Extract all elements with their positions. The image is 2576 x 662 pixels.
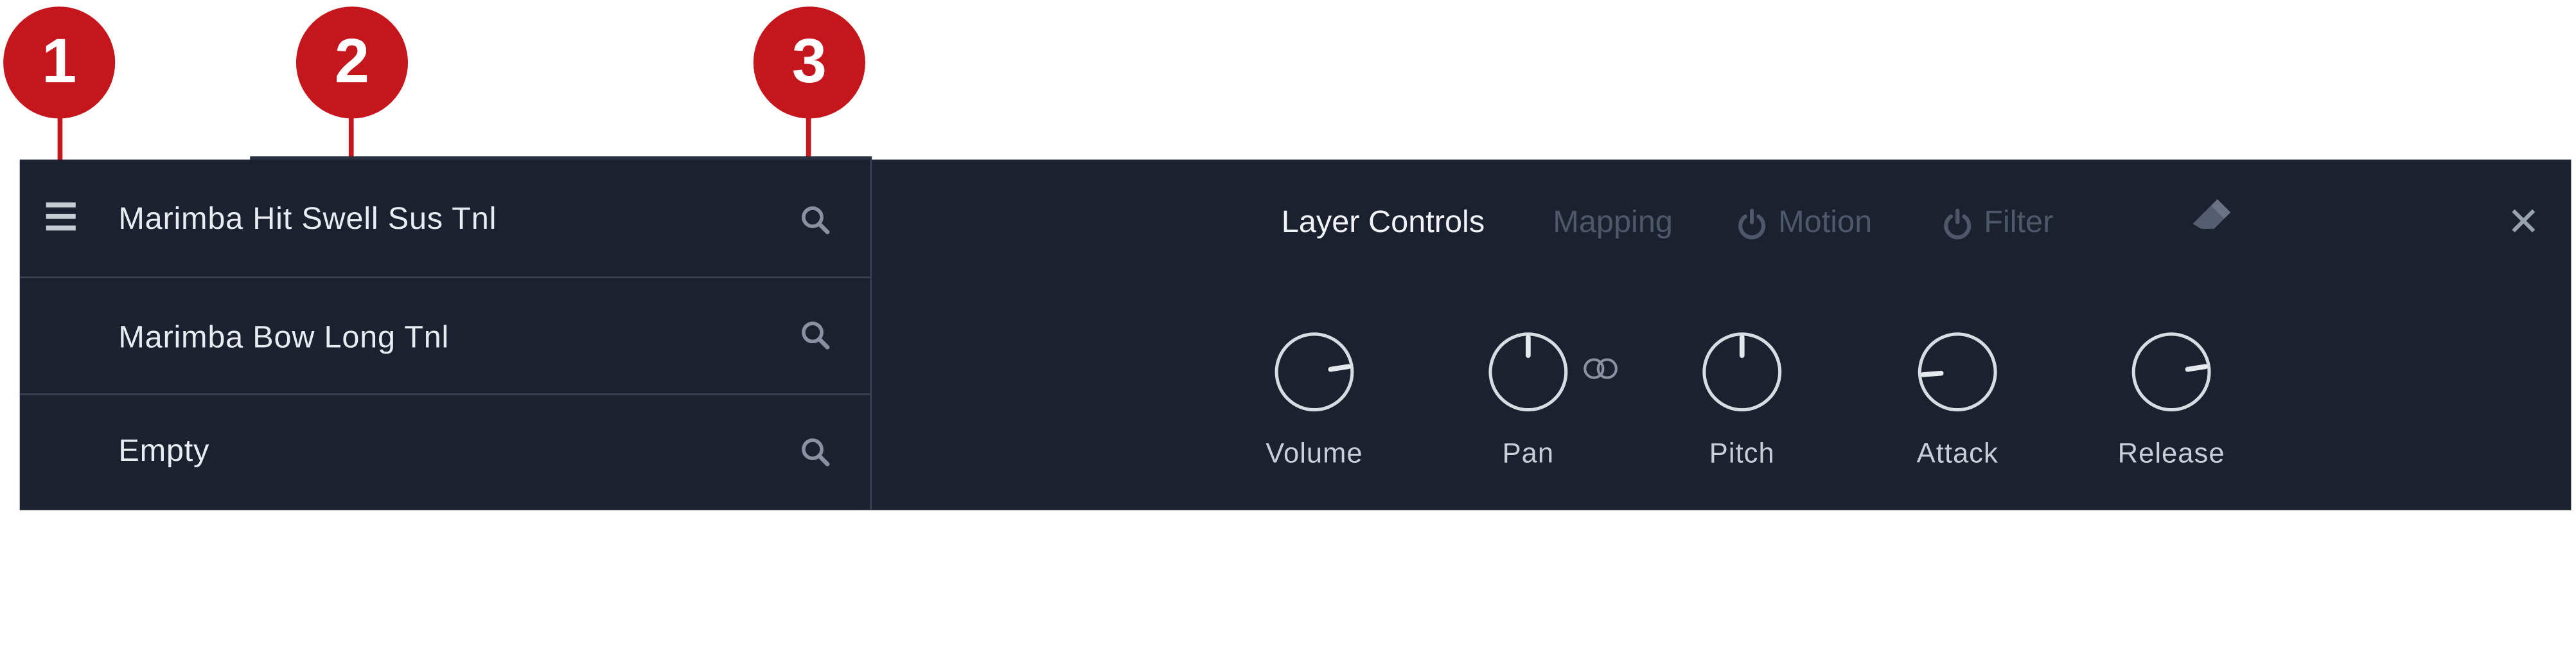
knob-pointer	[2185, 364, 2209, 372]
search-icon[interactable]	[800, 204, 833, 237]
sound-slot-2[interactable]: Marimba Bow Long Tnl	[19, 278, 870, 395]
callout-badge-2: 2	[296, 6, 409, 119]
knob-label: Volume	[1266, 438, 1363, 469]
slot-name[interactable]: Marimba Hit Swell Sus Tnl	[118, 202, 497, 238]
tab-filter[interactable]: Filter	[1941, 206, 2054, 242]
menu-icon[interactable]	[46, 202, 76, 235]
tab-label: Filter	[1984, 206, 2054, 240]
tab-label: Layer Controls	[1281, 206, 1485, 240]
power-icon	[1738, 208, 1766, 240]
tab-label: Mapping	[1553, 206, 1673, 240]
search-icon[interactable]	[800, 319, 833, 352]
sound-slot-1[interactable]: Marimba Hit Swell Sus Tnl	[19, 159, 870, 278]
knob-label: Release	[2117, 438, 2225, 469]
knob-pointer	[1328, 364, 1351, 372]
slot-name[interactable]: Marimba Bow Long Tnl	[118, 321, 449, 357]
knob-pitch[interactable]	[1701, 331, 1783, 413]
sound-slots: Marimba Hit Swell Sus Tnl Marimba Bow Lo…	[19, 159, 872, 512]
link-icon[interactable]	[1582, 357, 1618, 380]
knob-label: Pan	[1502, 438, 1555, 469]
callout-badge-3: 3	[753, 6, 865, 119]
eraser-icon[interactable]	[2188, 196, 2234, 239]
knob-volume[interactable]	[1273, 331, 1355, 413]
tab-label: Motion	[1778, 206, 1873, 240]
screenshot-root: 1 2 3 Marimba Hit Swell Sus Tnl Marimba …	[0, 0, 2576, 661]
callout-badge-1: 1	[3, 6, 116, 119]
layer-panel: Marimba Hit Swell Sus Tnl Marimba Bow Lo…	[19, 159, 2572, 512]
search-icon[interactable]	[800, 436, 833, 469]
tab-mapping[interactable]: Mapping	[1553, 206, 1673, 242]
sound-slot-3[interactable]: Empty	[20, 395, 870, 512]
power-icon	[1944, 208, 1972, 240]
tab-motion[interactable]: Motion	[1736, 206, 1873, 242]
knob-label: Pitch	[1709, 438, 1775, 469]
knob-release[interactable]	[2130, 331, 2212, 413]
close-icon[interactable]: ✕	[2507, 199, 2540, 247]
knob-label: Attack	[1916, 438, 1998, 469]
knob-attack[interactable]	[1916, 331, 1998, 413]
slot-name[interactable]: Empty	[118, 434, 209, 470]
layer-controls-area: Layer Controls Mapping Motion Filter ✕ V…	[872, 159, 2571, 510]
knob-pointer	[1920, 370, 1944, 377]
knob-pan[interactable]	[1487, 331, 1569, 413]
tab-layer-controls[interactable]: Layer Controls	[1282, 206, 1485, 242]
